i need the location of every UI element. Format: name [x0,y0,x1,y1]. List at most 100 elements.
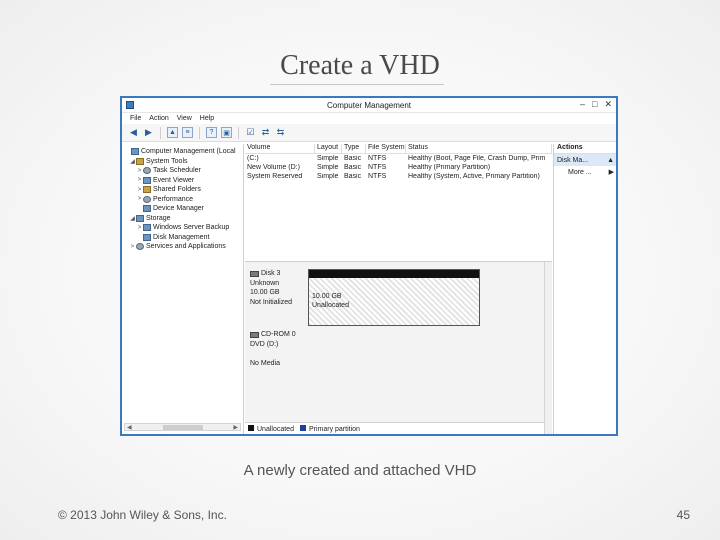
disk-3-label[interactable]: Disk 3 Unknown 10.00 GB Not Initialized [250,269,305,307]
tree-item-label: Shared Folders [153,186,201,194]
figure-caption: A newly created and attached VHD [243,462,477,479]
column-header-type[interactable]: Type [342,144,366,153]
legend-item: Primary partition [299,424,360,433]
cell-volume: System Reserved [247,173,303,180]
tree-horizontal-scrollbar[interactable]: ◀ ▶ [124,423,241,431]
cell-type: Basic [344,164,362,171]
scroll-right-icon[interactable]: ▶ [233,424,238,431]
forward-arrow-icon[interactable]: ▶ [143,127,154,138]
disk-view-vertical-scrollbar[interactable] [544,262,552,434]
tree-item-system-tools[interactable]: ◢ System Tools [122,157,243,167]
properties-icon[interactable]: ≡ [182,127,193,138]
unallocated-partition[interactable]: 10.00 GB Unallocated [308,269,480,326]
table-row[interactable]: New Volume (D:) Simple Basic NTFS Health… [245,163,552,172]
folder-up-icon[interactable]: ▲ [167,127,178,138]
menu-help[interactable]: Help [200,115,214,124]
tree-expander[interactable]: ◢ [129,158,136,165]
tree-expander[interactable]: > [129,244,136,250]
disk-status: Not Initialized [250,298,293,306]
tree-item-label: Performance [153,195,194,203]
toolbar-divider [238,126,239,139]
disk-management-icon [143,233,151,241]
tree-expander[interactable]: > [136,225,143,231]
tree-expander[interactable]: ◢ [129,215,136,222]
minimize-button[interactable]: – [580,99,585,110]
menu-action[interactable]: Action [149,115,168,124]
tree-item-disk-management[interactable]: Disk Management [122,233,243,243]
partition-state: Unallocated [312,302,349,309]
scrollbar-thumb[interactable] [162,424,203,430]
console-icon[interactable]: ▣ [221,127,232,138]
tree-item-label: Services and Applications [146,243,226,251]
disconnect-icon[interactable]: ⇆ [275,127,286,138]
backup-icon [143,224,151,232]
checklist-icon[interactable]: ☑ [245,127,256,138]
partition-legend: Unallocated Primary partition [245,422,552,434]
tree-item-label: Task Scheduler [153,167,201,175]
volume-list: Volume Layout Type File System Status (C… [245,144,552,262]
collapse-arrow-icon[interactable]: ▲ [607,157,614,164]
partition-header-bar [309,270,479,278]
cell-file-system: NTFS [368,173,387,180]
menu-view[interactable]: View [177,115,192,124]
page-number: 45 [676,508,690,522]
slide-title: Create a VHD [280,50,440,81]
legend-label: Unallocated [257,425,294,433]
disk-name: Disk 3 [261,270,281,277]
disk-size: 10.00 GB [250,289,280,296]
window-titlebar[interactable]: Computer Management – □ ✕ [122,98,616,113]
connect-icon[interactable]: ⇄ [260,127,271,138]
window-title: Computer Management [326,101,412,110]
cell-type: Basic [344,155,362,162]
title-underline [270,84,444,85]
tree-item-label: Disk Management [153,233,210,241]
cell-type: Basic [344,173,362,180]
tree-item-storage[interactable]: ◢ Storage [122,214,243,224]
column-header-status[interactable]: Status [406,144,552,153]
services-icon [136,243,144,251]
tree-item-shared-folders[interactable]: > Shared Folders [122,185,243,195]
back-arrow-icon[interactable]: ◀ [128,127,139,138]
toolbar: ◀ ▶ ▲ ≡ ? ▣ ☑ ⇄ ⇆ [122,124,616,142]
column-header-layout[interactable]: Layout [315,144,342,153]
tree-item-label: Windows Server Backup [153,224,230,232]
column-header-file-system[interactable]: File System [366,144,406,153]
tree-item-label: Device Manager [153,205,204,213]
close-button[interactable]: ✕ [604,99,612,110]
cell-layout: Simple [317,173,339,180]
copyright-footer: © 2013 John Wiley & Sons, Inc. [58,508,227,522]
media-status: No Media [250,359,280,367]
menu-file[interactable]: File [130,115,141,124]
table-row[interactable]: System Reserved Simple Basic NTFS Health… [245,172,552,181]
tree-item-computer-management[interactable]: Computer Management (Local [122,147,243,157]
cd-rom-label[interactable]: CD-ROM 0 DVD (D:) No Media [250,330,305,368]
shared-folder-icon [143,186,151,194]
drive-letter: DVD (D:) [250,340,279,348]
action-more[interactable]: More ... ▶ [554,166,616,178]
maximize-button[interactable]: □ [592,99,597,110]
scroll-left-icon[interactable]: ◀ [127,424,132,431]
tree-expander[interactable]: > [136,196,143,202]
action-disk-management[interactable]: Disk Ma... ▲ [554,154,616,166]
cell-layout: Simple [317,155,339,162]
cell-status: Healthy (System, Active, Primary Partiti… [408,173,540,180]
help-icon[interactable]: ? [206,127,217,138]
actions-pane: Actions Disk Ma... ▲ More ... ▶ [553,144,616,434]
tree-expander[interactable]: > [136,177,143,183]
tree-expander[interactable]: > [136,168,143,174]
tree-item-windows-server-backup[interactable]: > Windows Server Backup [122,223,243,233]
tree-item-event-viewer[interactable]: > Event Viewer [122,176,243,186]
tree-expander[interactable]: > [136,187,143,193]
column-header-volume[interactable]: Volume [245,144,315,153]
event-viewer-icon [143,176,151,184]
tree-item-device-manager[interactable]: Device Manager [122,204,243,214]
tree-item-task-scheduler[interactable]: > Task Scheduler [122,166,243,176]
toolbar-divider [199,126,200,139]
tree-item-label: Storage [146,214,171,222]
tools-icon [136,157,144,165]
table-row[interactable]: (C:) Simple Basic NTFS Healthy (Boot, Pa… [245,154,552,163]
tree-item-services-and-applications[interactable]: > Services and Applications [122,242,243,252]
performance-icon [143,195,151,203]
menu-bar: File Action View Help [122,113,616,124]
tree-item-performance[interactable]: > Performance [122,195,243,205]
